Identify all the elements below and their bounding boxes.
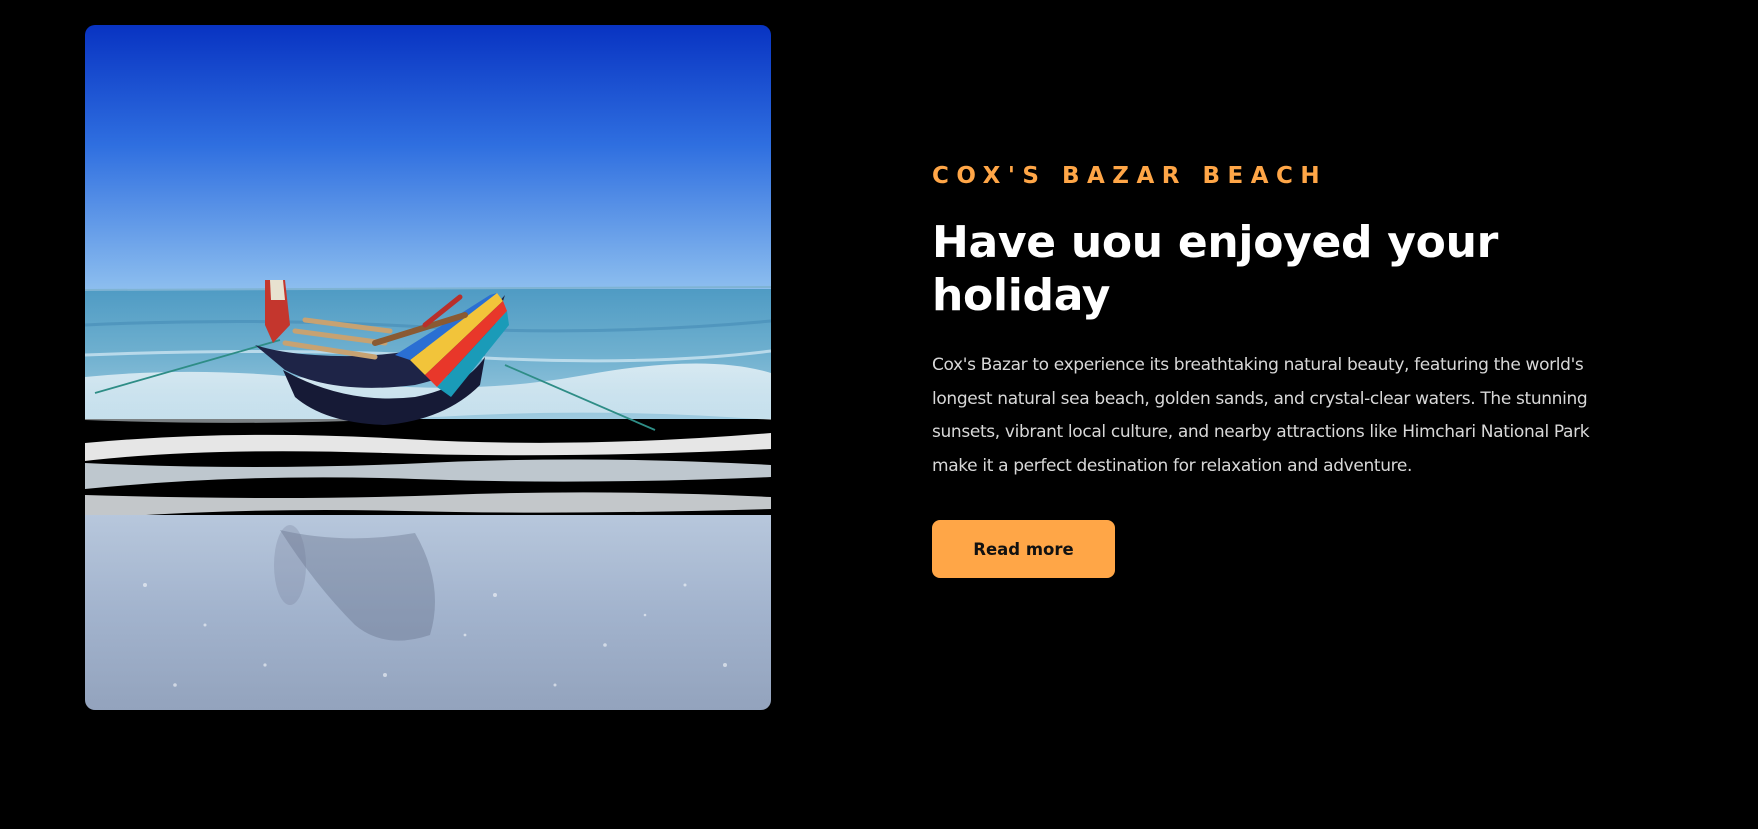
description-text: Cox's Bazar to experience its breathtaki… [932, 355, 1590, 476]
page: COX'S BAZAR BEACH Have uou enjoyed your … [0, 0, 1758, 829]
hero-content: COX'S BAZAR BEACH Have uou enjoyed your … [932, 160, 1632, 578]
eyebrow-label: COX'S BAZAR BEACH [932, 163, 1328, 189]
beach-photo [85, 25, 771, 710]
page-title: Have uou enjoyed your holiday [932, 217, 1499, 321]
read-more-button[interactable]: Read more [932, 520, 1115, 578]
beach-boat-image [85, 25, 771, 710]
